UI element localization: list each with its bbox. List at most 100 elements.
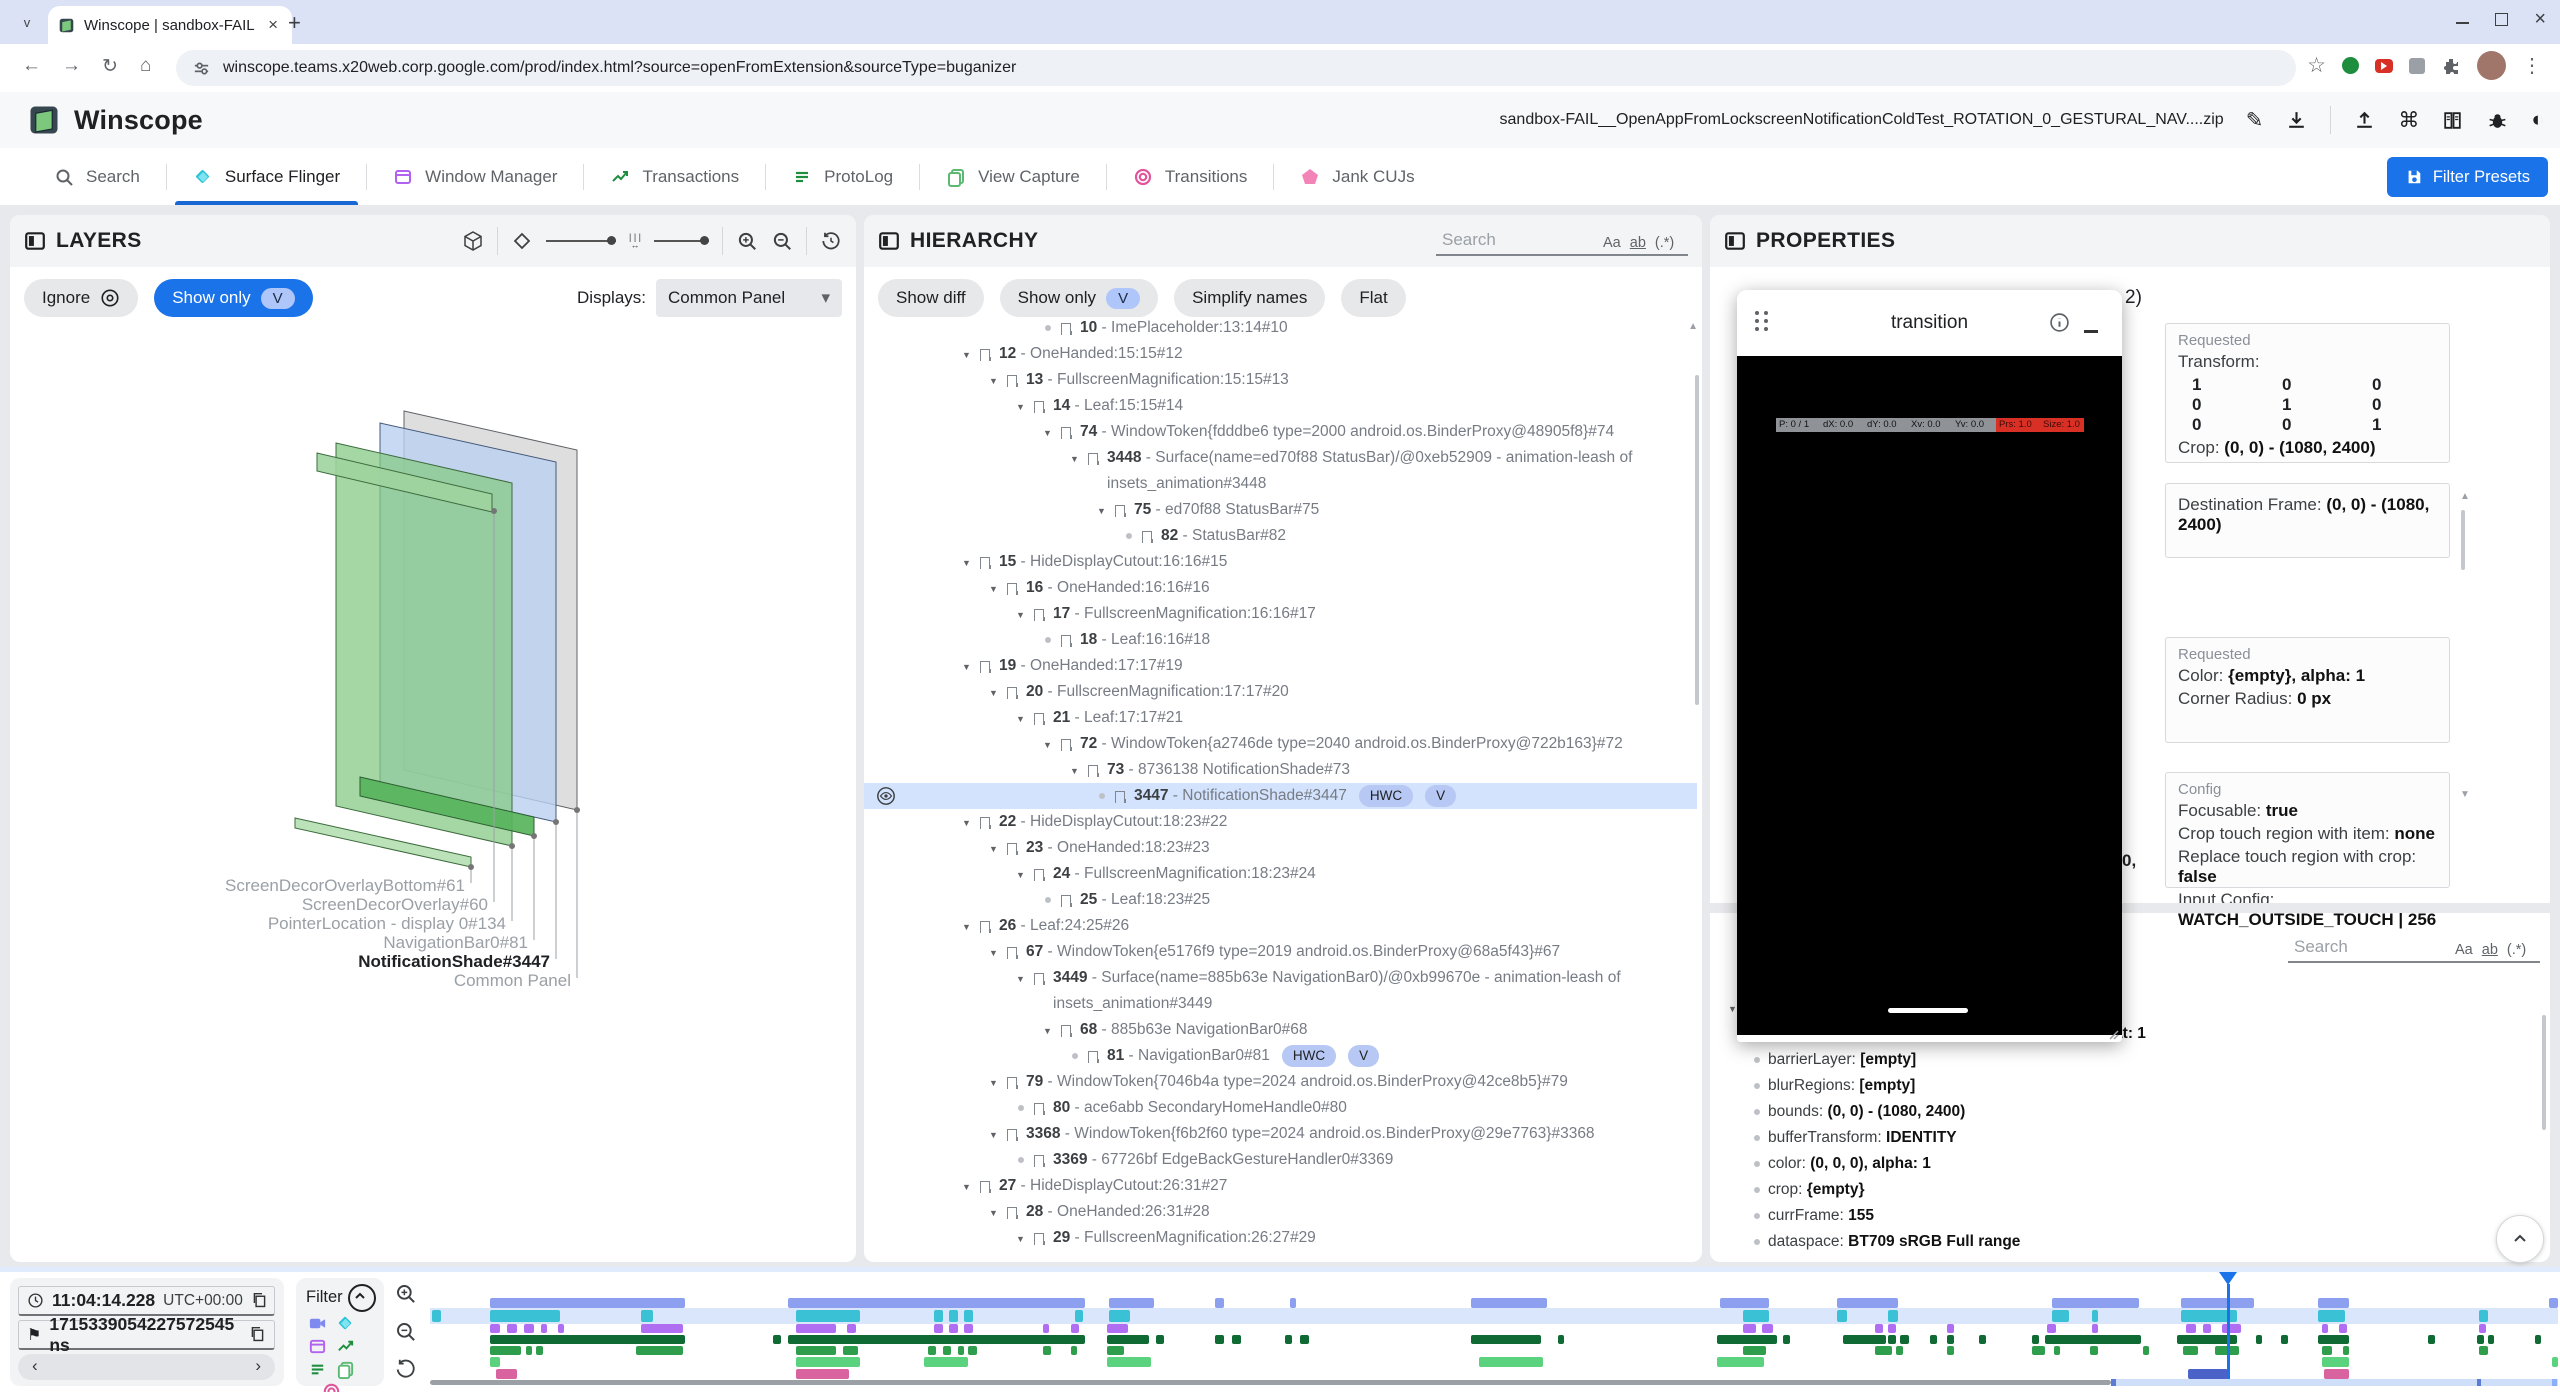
trace-tab-search[interactable]: Search: [28, 148, 166, 205]
trace-entry-segment[interactable]: [490, 1324, 501, 1333]
extension-icon[interactable]: [2409, 58, 2425, 74]
trace-entry-segment[interactable]: [2535, 1335, 2541, 1344]
trace-entry-segment[interactable]: [2222, 1324, 2241, 1333]
property-row-barrierLayer[interactable]: barrierLayer: [empty]: [1728, 1047, 2540, 1073]
trace-entry-segment[interactable]: [2186, 1324, 2197, 1333]
dark-mode-icon[interactable]: ◐: [2531, 108, 2544, 132]
copy-icon[interactable]: [249, 1326, 266, 1343]
trace-entry-segment[interactable]: [1717, 1357, 1764, 1367]
layers-3d-view[interactable]: ScreenDecorOverlayBottom#61ScreenDecorOv…: [12, 345, 854, 1260]
trace-entry-segment[interactable]: [2045, 1335, 2141, 1344]
hierarchy-row-3449[interactable]: ▼3449 - Surface(name=885b63e NavigationB…: [864, 965, 1697, 1017]
trace-entry-segment[interactable]: [1947, 1335, 1953, 1344]
expand-arrow-icon[interactable]: ▼: [989, 836, 1006, 862]
hierarchy-row-3368[interactable]: ▼3368 - WindowToken{f6b2f60 type=2024 an…: [864, 1121, 1697, 1147]
trace-entry-segment[interactable]: [2092, 1324, 2098, 1333]
timestamp-field[interactable]: ⚑ 1715339054227572545 ns: [18, 1320, 275, 1350]
trace-entry-segment[interactable]: [1107, 1357, 1152, 1367]
trace-entry-segment[interactable]: [2052, 1310, 2069, 1322]
hierarchy-search-input[interactable]: [1440, 229, 1594, 251]
drag-handle-icon[interactable]: [1755, 311, 1769, 331]
trace-entry-segment[interactable]: [788, 1298, 1086, 1308]
trace-entry-segment[interactable]: [788, 1335, 1086, 1344]
ignore-chip[interactable]: Ignore: [24, 279, 138, 317]
trace-entry-segment[interactable]: [2324, 1369, 2350, 1379]
properties-scrollbar[interactable]: [2461, 510, 2465, 570]
expand-arrow-icon[interactable]: ▼: [989, 940, 1006, 966]
trace-entry-segment[interactable]: [1875, 1324, 1884, 1333]
trace-entry-segment[interactable]: [2479, 1346, 2488, 1355]
hierarchy-row-30[interactable]: 30 - Leaf:26:27#30: [864, 1251, 1697, 1256]
trace-entry-segment[interactable]: [2552, 1357, 2558, 1367]
url-bar[interactable]: winscope.teams.x20web.corp.google.com/pr…: [176, 50, 2296, 86]
properties-search-input[interactable]: [2292, 936, 2446, 958]
timeline-track-protolog[interactable]: [430, 1346, 2558, 1355]
expand-arrow-icon[interactable]: ▼: [1016, 706, 1033, 732]
hierarchy-row-3448[interactable]: ▼3448 - Surface(name=ed70f88 StatusBar)/…: [864, 445, 1697, 497]
expand-arrow-icon[interactable]: ▼: [962, 550, 979, 576]
timeline-track-transitions[interactable]: [430, 1369, 2558, 1379]
trace-entry-segment[interactable]: [2281, 1335, 2287, 1344]
hierarchy-row-79[interactable]: ▼79 - WindowToken{7046b4a type=2024 andr…: [864, 1069, 1697, 1095]
trace-entry-segment[interactable]: [541, 1324, 547, 1333]
trace-entry-segment[interactable]: [1107, 1346, 1124, 1355]
trace-entry-segment[interactable]: [1875, 1346, 1892, 1355]
trace-entry-segment[interactable]: [1888, 1335, 1897, 1344]
hierarchy-row-68[interactable]: ▼68 - 885b63e NavigationBar0#68: [864, 1017, 1697, 1043]
expand-arrow-icon[interactable]: ▼: [989, 1070, 1006, 1096]
hierarchy-row-3369[interactable]: 3369 - 67726bf EdgeBackGestureHandler0#3…: [864, 1147, 1697, 1173]
expand-arrow-icon[interactable]: ▼: [1097, 498, 1114, 524]
hierarchy-row-23[interactable]: ▼23 - OneHanded:18:23#23: [864, 835, 1697, 861]
trace-entry-segment[interactable]: [1156, 1335, 1165, 1344]
trace-entry-segment[interactable]: [1930, 1335, 1936, 1344]
trace-entry-segment[interactable]: [1071, 1346, 1077, 1355]
trace-entry-segment[interactable]: [641, 1310, 654, 1322]
expand-arrow-icon[interactable]: ▼: [1016, 1226, 1033, 1252]
trace-entry-segment[interactable]: [2488, 1335, 2494, 1344]
hierarchy-row-81[interactable]: 81 - NavigationBar0#81HWCV: [864, 1043, 1697, 1069]
timeline-track-view-capture[interactable]: [430, 1357, 2558, 1367]
timeline-track-screen-recording[interactable]: [430, 1298, 2558, 1308]
screenshot-overlay-window[interactable]: transition P: 0 / 1dX: 0.0dY: 0.0Xv: 0.0…: [1737, 290, 2122, 1042]
show-only-v-chip[interactable]: Show only V: [154, 279, 312, 317]
expand-arrow-icon[interactable]: ▼: [1016, 602, 1033, 628]
trace-entry-segment[interactable]: [1717, 1335, 1777, 1344]
trace-entry-segment[interactable]: [934, 1324, 943, 1333]
expand-arrow-icon[interactable]: ▼: [1016, 966, 1033, 992]
trace-entry-segment[interactable]: [2181, 1298, 2253, 1308]
next-frame-button[interactable]: ›: [255, 1356, 261, 1376]
filter-presets-button[interactable]: Filter Presets: [2387, 157, 2548, 197]
timeline-zoom-scrollbar[interactable]: [430, 1379, 2558, 1386]
trace-tab-view-capture[interactable]: View Capture: [920, 148, 1106, 205]
trace-entry-segment[interactable]: [490, 1310, 560, 1322]
tab-search-icon[interactable]: v: [14, 10, 40, 36]
trace-entry-segment[interactable]: [968, 1346, 977, 1355]
trace-entry-segment[interactable]: [2343, 1346, 2349, 1355]
browser-tab[interactable]: Winscope | sandbox-FAIL ×: [48, 6, 292, 44]
trace-entry-segment[interactable]: [843, 1346, 858, 1355]
trace-entry-segment[interactable]: [432, 1310, 441, 1322]
timeline-canvas[interactable]: [430, 1272, 2558, 1392]
spacing-slider[interactable]: [654, 240, 709, 242]
trace-entry-segment[interactable]: [1783, 1335, 1789, 1344]
match-case-icon[interactable]: Aa: [2455, 942, 2473, 958]
hierarchy-row-80[interactable]: 80 - ace6abb SecondaryHomeHandle0#80: [864, 1095, 1697, 1121]
trace-entry-segment[interactable]: [2052, 1298, 2139, 1308]
collapse-panel-icon[interactable]: [878, 230, 900, 252]
hierarchy-row-74[interactable]: ▼74 - WindowToken{fdddbe6 type=2000 andr…: [864, 419, 1697, 445]
trace-entry-segment[interactable]: [1043, 1324, 1049, 1333]
match-word-icon[interactable]: ab: [1630, 235, 1646, 251]
zoom-in-icon[interactable]: [736, 230, 758, 252]
edit-icon[interactable]: ✎: [2246, 108, 2264, 133]
tune-icon[interactable]: [192, 59, 211, 78]
trace-entry-segment[interactable]: [773, 1335, 782, 1344]
expand-arrow-icon[interactable]: ▼: [989, 1122, 1006, 1148]
trace-entry-segment[interactable]: [796, 1310, 860, 1322]
collapse-filter-button[interactable]: [348, 1284, 376, 1312]
trace-entry-segment[interactable]: [2032, 1335, 2038, 1344]
hierarchy-row-18[interactable]: 18 - Leaf:16:16#18: [864, 627, 1697, 653]
expand-arrow-icon[interactable]: ▼: [989, 368, 1006, 394]
trace-tab-transitions[interactable]: Transitions: [1107, 148, 1274, 205]
trace-entry-segment[interactable]: [2318, 1335, 2350, 1344]
window-close-icon[interactable]: ×: [2534, 12, 2546, 26]
